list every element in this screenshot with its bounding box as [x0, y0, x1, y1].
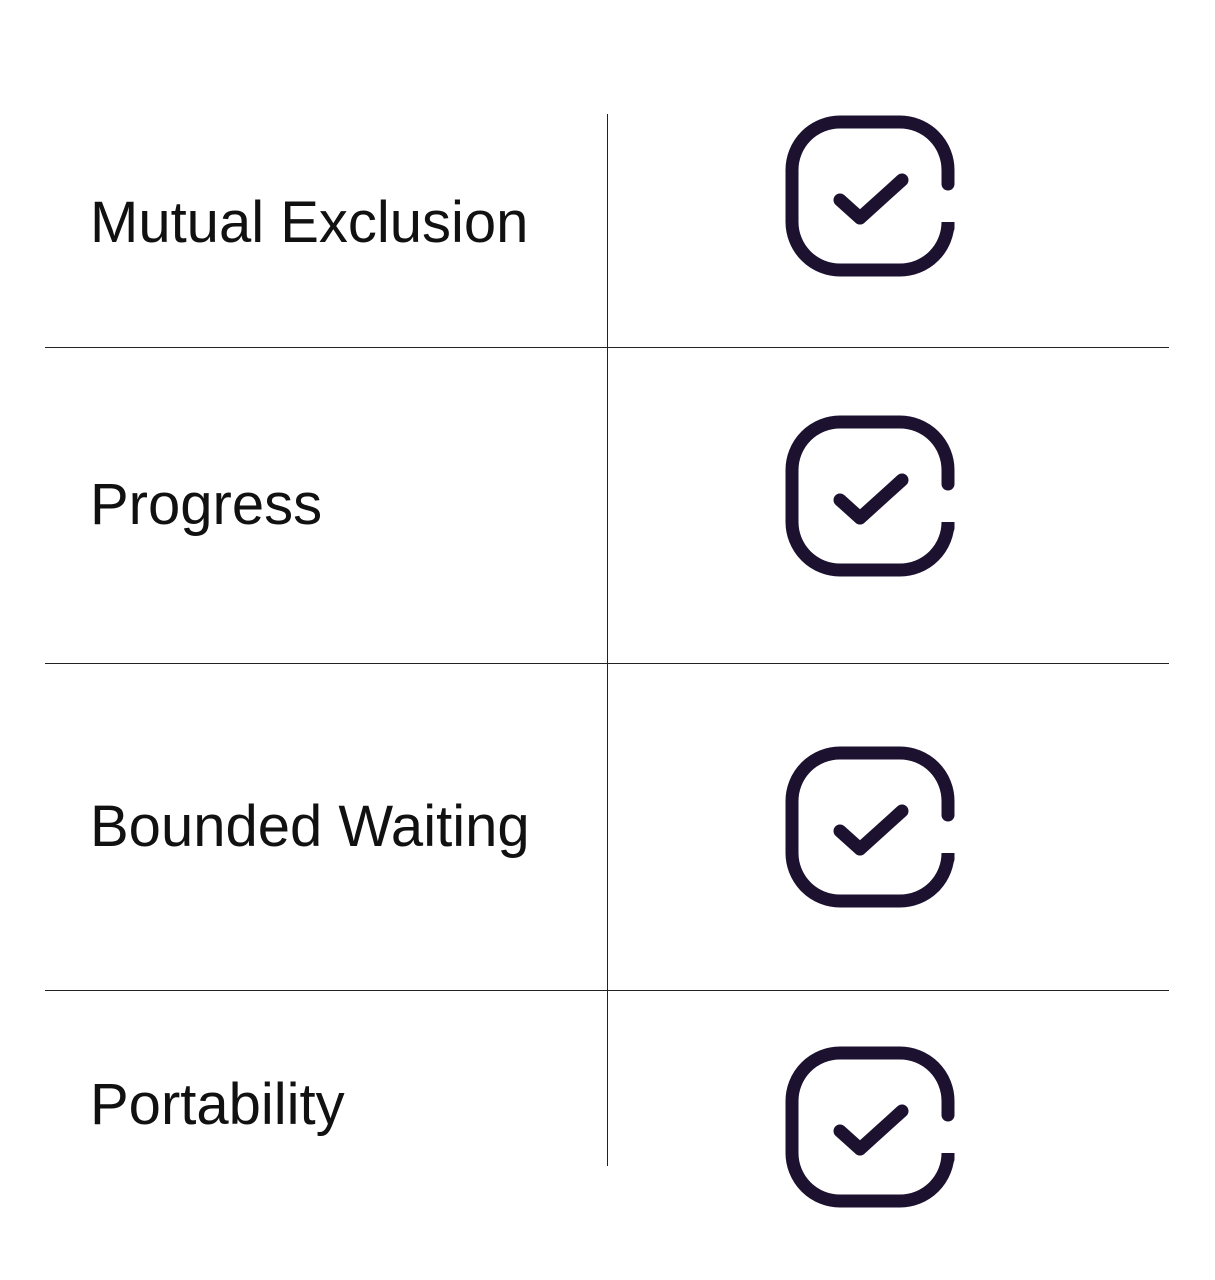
checkbox-checked-icon: [785, 1046, 955, 1208]
row-label-bounded-waiting: Bounded Waiting: [90, 794, 530, 859]
checkbox-checked-icon: [785, 415, 955, 577]
column-divider: [607, 114, 608, 1166]
row-divider: [45, 663, 1169, 664]
checkbox-checked-icon: [785, 746, 955, 908]
row-label-progress: Progress: [90, 472, 323, 537]
checkbox-checked-icon: [785, 115, 955, 277]
comparison-table: Mutual Exclusion Progress Bounded Waitin…: [0, 0, 1215, 1280]
row-divider: [45, 990, 1169, 991]
row-divider: [45, 347, 1169, 348]
row-label-portability: Portability: [90, 1072, 345, 1137]
row-label-mutual-exclusion: Mutual Exclusion: [90, 190, 529, 255]
